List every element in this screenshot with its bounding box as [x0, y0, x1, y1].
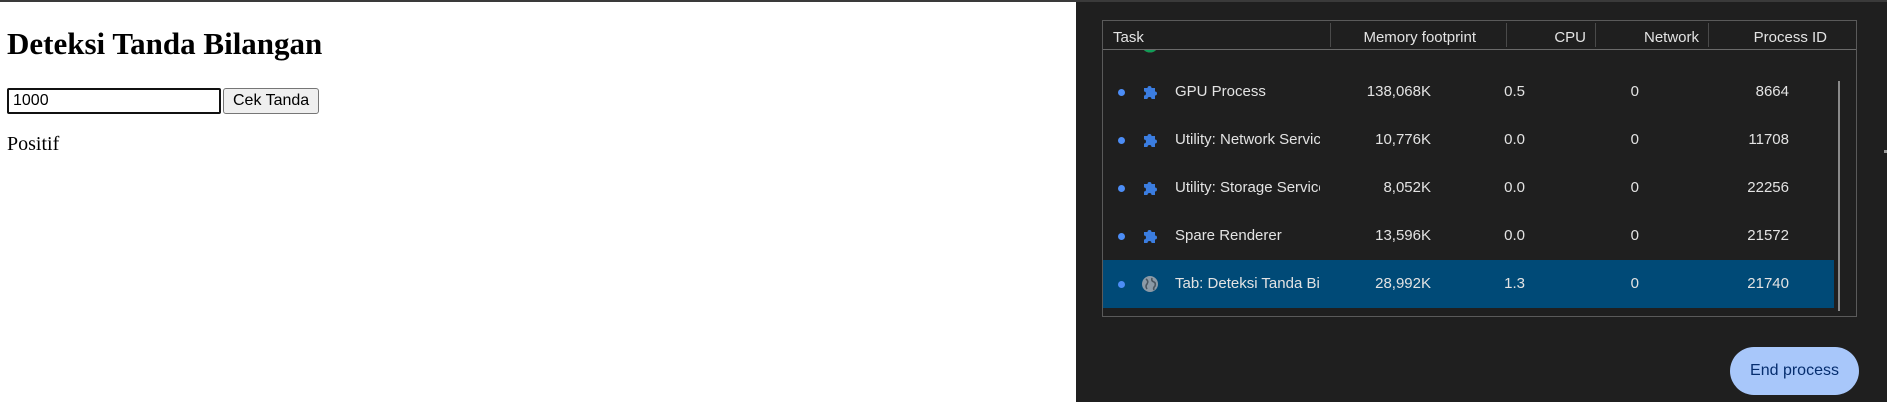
process-row[interactable]: Tab: Deteksi Tanda Bilangan 28,992K 1.3 0 21…	[1103, 260, 1834, 308]
task-manager-window: Task Memory footprint CPU Network Proces…	[1076, 2, 1887, 402]
check-sign-button[interactable]: Cek Tanda	[223, 88, 320, 114]
cpu-value: 0.0	[1504, 131, 1525, 148]
column-divider[interactable]	[1506, 23, 1507, 47]
column-header-memory[interactable]: Memory footprint	[1363, 29, 1476, 46]
scrollbar[interactable]	[1838, 81, 1840, 311]
status-dot	[1118, 137, 1125, 144]
network-value: 0	[1630, 131, 1639, 148]
column-divider[interactable]	[1595, 23, 1596, 47]
process-id-value: 8664	[1755, 83, 1789, 100]
process-row[interactable]: Spare Renderer 13,596K 0.0 0 21572	[1103, 212, 1834, 260]
process-name: Utility: Network Service	[1175, 131, 1320, 148]
column-header-task[interactable]: Task	[1113, 29, 1144, 46]
puzzle-icon	[1141, 131, 1159, 149]
column-divider[interactable]	[1330, 23, 1331, 47]
process-name: Tab: Deteksi Tanda Bilangan	[1175, 275, 1320, 292]
cpu-value: 0.0	[1504, 179, 1525, 196]
column-header-network[interactable]: Network	[1644, 29, 1699, 46]
process-name: Utility: Storage Service	[1175, 179, 1320, 196]
process-id-value: 21740	[1747, 275, 1789, 292]
process-list: Browser40,264K0.3021692GPU Process138,06…	[1103, 21, 1834, 308]
network-value: 0	[1630, 83, 1639, 100]
web-page: Deteksi Tanda Bilangan Cek Tanda Positif	[0, 2, 1076, 402]
page-heading: Deteksi Tanda Bilangan	[7, 26, 323, 61]
status-dot	[1118, 185, 1125, 192]
end-process-button[interactable]: End process	[1730, 347, 1859, 395]
process-name: GPU Process	[1175, 83, 1266, 100]
status-dot	[1118, 89, 1125, 96]
status-dot	[1118, 233, 1125, 240]
number-input[interactable]	[7, 88, 221, 114]
memory-value: 28,992K	[1375, 275, 1431, 292]
process-id-value: 22256	[1747, 179, 1789, 196]
status-dot	[1118, 281, 1125, 288]
memory-value: 10,776K	[1375, 131, 1431, 148]
column-header-process-id[interactable]: Process ID	[1754, 29, 1827, 46]
cpu-value: 1.3	[1504, 275, 1525, 292]
network-value: 0	[1630, 227, 1639, 244]
result-text: Positif	[7, 133, 60, 155]
column-divider[interactable]	[1708, 23, 1709, 47]
column-header-cpu[interactable]: CPU	[1554, 29, 1586, 46]
globe-icon	[1141, 275, 1159, 293]
puzzle-icon	[1141, 179, 1159, 197]
network-value: 0	[1630, 275, 1639, 292]
memory-value: 8,052K	[1383, 179, 1431, 196]
process-table: Task Memory footprint CPU Network Proces…	[1102, 20, 1857, 317]
memory-value: 13,596K	[1375, 227, 1431, 244]
process-row[interactable]: Utility: Network Service 10,776K 0.0 0 11708	[1103, 116, 1834, 164]
process-id-value: 21572	[1747, 227, 1789, 244]
puzzle-icon	[1141, 83, 1159, 101]
cpu-value: 0.5	[1504, 83, 1525, 100]
memory-value: 138,068K	[1366, 83, 1431, 100]
process-id-value: 11708	[1748, 131, 1789, 148]
table-header: Task Memory footprint CPU Network Proces…	[1103, 21, 1856, 50]
process-row[interactable]: Utility: Storage Service 8,052K 0.0 0 22256	[1103, 164, 1834, 212]
cpu-value: 0.0	[1504, 227, 1525, 244]
puzzle-icon	[1141, 227, 1159, 245]
process-row[interactable]: GPU Process 138,068K 0.5 0 8664	[1103, 68, 1834, 116]
process-name: Spare Renderer	[1175, 227, 1282, 244]
network-value: 0	[1630, 179, 1639, 196]
